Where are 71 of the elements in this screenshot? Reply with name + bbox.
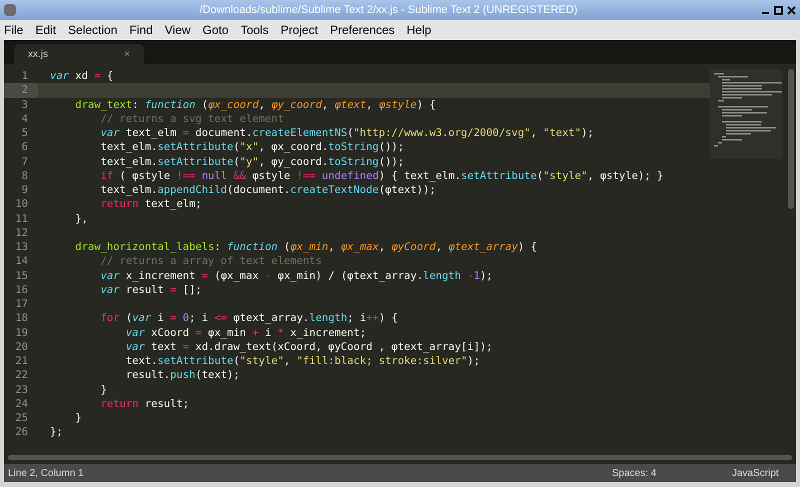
menu-item[interactable]: Project: [280, 21, 318, 39]
code-line: text_elm.appendChild(document.createTextNode(φtext));: [100, 183, 436, 198]
line-number: 17: [14, 297, 29, 312]
code-line: draw_horizontal_labels: function (φx_min, φx_max, φyCoord, φtext_array) {: [74, 240, 537, 254]
line-number: 21: [14, 354, 29, 368]
menu-item[interactable]: File: [4, 21, 24, 39]
code-line: return text_elm;: [100, 197, 202, 212]
code-line: var xCoord = φx_min + i * x_increment;: [124, 326, 366, 340]
line-number: 6: [20, 140, 29, 154]
code-line: }: [100, 382, 107, 397]
line-number: 19: [14, 326, 29, 340]
line-number: 26: [14, 425, 29, 440]
code-line: // returns a array of text elements: [100, 254, 322, 268]
line-number: 14: [14, 254, 29, 268]
indentation-setting[interactable]: Spaces: 4: [612, 466, 732, 480]
line-number: 9: [20, 183, 29, 198]
line-number: 22: [14, 368, 29, 382]
line-number: 11: [14, 212, 29, 226]
code-line: },: [74, 212, 88, 226]
line-number: 4: [20, 112, 29, 126]
line-number: 13: [14, 240, 29, 254]
file-tab[interactable]: xx.js ×: [14, 44, 144, 64]
close-icon[interactable]: [787, 6, 796, 14]
horizontal-scrollbar[interactable]: [8, 455, 792, 460]
code-line: return result;: [100, 396, 190, 411]
line-number: 16: [14, 282, 29, 297]
syntax-mode[interactable]: JavaScript: [732, 466, 792, 480]
line-number: 2: [4, 83, 38, 98]
line-number: 12: [14, 226, 29, 240]
menu-item[interactable]: Help: [406, 21, 432, 39]
line-number: 25: [14, 411, 29, 426]
maximize-icon[interactable]: [774, 6, 783, 14]
menu-item[interactable]: View: [164, 21, 191, 39]
menu-item[interactable]: Preferences: [330, 21, 395, 39]
line-number: 18: [14, 311, 29, 326]
menu-item[interactable]: Tools: [240, 21, 269, 39]
code-line: draw_text: function (φx_coord, φy_coord, φtext, φstyle) {: [74, 98, 436, 112]
line-number: 23: [14, 382, 29, 397]
menu-item[interactable]: Selection: [68, 21, 118, 39]
line-number: 1: [20, 69, 29, 84]
code-line: text_elm.setAttribute("y", φy_coord.toString());: [100, 154, 404, 169]
line-number: 24: [14, 396, 29, 411]
tab-label: xx.js: [28, 48, 48, 62]
code-line: text_elm.setAttribute("x", φx_coord.toString());: [100, 140, 404, 154]
code-line: var text = xd.draw_text(xCoord, φyCoord , φtext_array[i]);: [124, 340, 493, 354]
menu-item[interactable]: Goto: [202, 21, 229, 39]
cursor-position: Line 2, Column 1: [8, 466, 85, 480]
line-number: 15: [14, 268, 29, 283]
line-number: 7: [20, 154, 29, 169]
tab-close-button[interactable]: ×: [124, 46, 130, 62]
code-line: // returns a svg text element: [100, 112, 284, 126]
line-number: 20: [14, 340, 29, 354]
menu-item[interactable]: Edit: [35, 21, 56, 39]
code-line: };: [50, 425, 63, 440]
line-number: 3: [20, 98, 29, 112]
line-number: 10: [14, 197, 29, 212]
code-line: text.setAttribute("style", "fill:black; stroke:silver");: [124, 354, 480, 368]
code-line: for (var i = 0; i <= φtext_array.length; i++) {: [100, 311, 398, 326]
line-number: 5: [20, 126, 29, 140]
line-number: 8: [20, 168, 29, 183]
code-line: result.push(text);: [124, 368, 240, 382]
code-line: var xd = {: [50, 69, 114, 84]
code-line: }: [74, 411, 82, 426]
code-line: var text_elm = document.createElementNS("http://www.w3.org/2000/svg", "text");: [100, 126, 594, 140]
code-line: var x_increment = (φx_max - φx_min) / (φtext_array.length -1);: [100, 268, 493, 283]
code-line: if ( φstyle !== null && φstyle !== undefined) { text_elm.setAttribute("style", φstyle); }: [100, 168, 664, 183]
menu-item[interactable]: Find: [129, 21, 153, 39]
vertical-scrollbar[interactable]: [788, 69, 794, 209]
code-line: var result = [];: [100, 282, 202, 297]
window-title: /Downloads/sublime/Sublime Text 2/xx.js - Sublime Text 2 (UNREGISTERED): [198, 2, 578, 18]
app-icon: [4, 4, 16, 16]
